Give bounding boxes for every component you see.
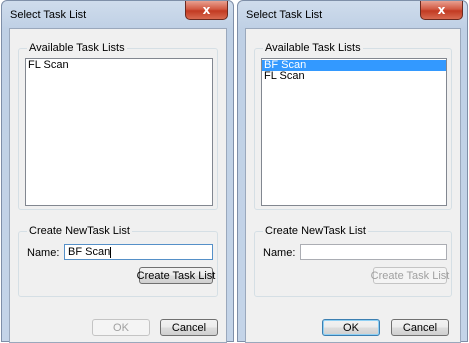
ok-button[interactable]: OK <box>92 319 150 336</box>
task-list-listbox[interactable]: BF Scan FL Scan <box>261 58 447 206</box>
dialog-title: Select Task List <box>246 9 323 21</box>
ok-button[interactable]: OK <box>322 319 380 336</box>
name-input[interactable]: BF Scan <box>64 244 213 260</box>
list-item-fl-scan[interactable]: FL Scan <box>262 71 446 82</box>
name-input[interactable] <box>300 244 447 260</box>
create-new-task-list-label: Create NewTask List <box>263 225 368 237</box>
dialog-client: Available Task Lists BF Scan FL Scan Cre… <box>245 28 461 343</box>
name-label: Name: <box>27 247 60 259</box>
name-input-value: BF Scan <box>68 246 111 258</box>
title-bar[interactable]: Select Task List x <box>2 1 233 27</box>
create-new-task-list-group: Create NewTask List Name: BF Scan Create… <box>18 225 218 297</box>
available-task-lists-label: Available Task Lists <box>263 42 363 54</box>
close-icon: x <box>202 3 211 17</box>
text-caret <box>110 246 112 258</box>
select-task-list-dialog-right: Select Task List x Available Task Lists … <box>237 0 468 343</box>
task-list-listbox[interactable]: FL Scan <box>25 58 213 206</box>
available-task-lists-group: Available Task Lists BF Scan FL Scan <box>254 42 452 210</box>
available-task-lists-label: Available Task Lists <box>27 42 127 54</box>
cancel-button[interactable]: Cancel <box>391 319 449 336</box>
select-task-list-dialog-left: Select Task List x Available Task Lists … <box>1 0 234 343</box>
dialog-client: Available Task Lists FL Scan Create NewT… <box>9 28 227 343</box>
available-task-lists-group: Available Task Lists FL Scan <box>18 42 218 210</box>
name-label: Name: <box>263 247 296 259</box>
cancel-button[interactable]: Cancel <box>160 319 218 336</box>
create-new-task-list-group: Create NewTask List Name: Create Task Li… <box>254 225 452 297</box>
create-task-list-button[interactable]: Create Task List <box>371 267 449 284</box>
dialog-title: Select Task List <box>10 9 87 21</box>
list-item-fl-scan[interactable]: FL Scan <box>26 60 212 71</box>
close-button[interactable]: x <box>185 1 228 20</box>
create-new-task-list-label: Create NewTask List <box>27 225 132 237</box>
title-bar[interactable]: Select Task List x <box>238 1 467 27</box>
close-button[interactable]: x <box>420 1 463 20</box>
create-task-list-button[interactable]: Create Task List <box>137 267 215 284</box>
close-icon: x <box>437 3 446 17</box>
